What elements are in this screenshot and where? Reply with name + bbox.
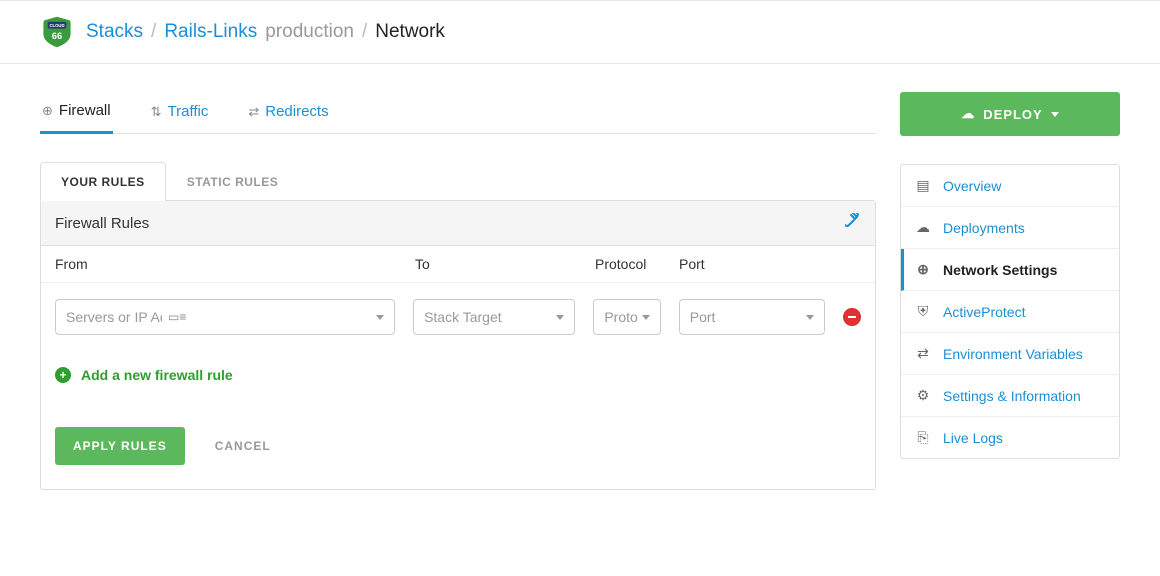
remove-rule-button[interactable]: [843, 308, 861, 326]
chevron-down-icon: [642, 315, 650, 320]
overview-icon: ▤: [915, 177, 931, 194]
sidebar-item-envvars[interactable]: ⇄ Environment Variables: [901, 333, 1119, 375]
tab-firewall[interactable]: ⊕ Firewall: [40, 92, 113, 134]
rule-row: Servers or IP Addresses ▭≡ Stack Target …: [41, 283, 875, 351]
chevron-down-icon: [1051, 112, 1059, 117]
sidebar-item-deployments[interactable]: ☁ Deployments: [901, 207, 1119, 249]
sidebar-item-label: Overview: [943, 178, 1001, 194]
from-placeholder: Servers or IP Addresses: [66, 309, 162, 325]
breadcrumb-stack-link[interactable]: Rails-Links: [164, 21, 257, 43]
from-select[interactable]: Servers or IP Addresses ▭≡: [55, 299, 395, 335]
chevron-down-icon: [556, 315, 564, 320]
sidebar-item-overview[interactable]: ▤ Overview: [901, 165, 1119, 207]
firewall-icon: ⊕: [42, 103, 53, 119]
sidebar-item-settings[interactable]: ⚙ Settings & Information: [901, 375, 1119, 417]
subtab-static-rules[interactable]: STATIC RULES: [166, 162, 300, 201]
primary-tabs: ⊕ Firewall ⇅ Traffic ⇄ Redirects: [40, 92, 876, 134]
sidebar-item-label: Deployments: [943, 220, 1025, 236]
chevron-down-icon: [806, 315, 814, 320]
add-rule-button[interactable]: + Add a new firewall rule: [41, 351, 875, 403]
to-select[interactable]: Stack Target: [413, 299, 575, 335]
tab-redirects-label: Redirects: [265, 103, 328, 120]
panel-title: Firewall Rules: [55, 215, 149, 232]
port-select[interactable]: Port: [679, 299, 825, 335]
deploy-label: DEPLOY: [983, 107, 1042, 122]
apply-rules-button[interactable]: APPLY RULES: [55, 427, 185, 465]
subtab-your-rules[interactable]: YOUR RULES: [40, 162, 166, 201]
tab-redirects[interactable]: ⇄ Redirects: [246, 92, 330, 133]
col-from-label: From: [55, 256, 415, 272]
breadcrumb-current: Network: [375, 21, 445, 43]
proto-placeholder: Proto: [604, 309, 637, 325]
gear-icon: ⚙: [915, 387, 931, 404]
sidebar-item-label: Settings & Information: [943, 388, 1081, 404]
port-placeholder: Port: [690, 309, 716, 325]
sidebar-item-logs[interactable]: ⎘ Live Logs: [901, 417, 1119, 458]
breadcrumb-stacks-link[interactable]: Stacks: [86, 21, 143, 43]
deployments-icon: ☁: [915, 219, 931, 236]
sidebar-item-label: Network Settings: [943, 262, 1057, 278]
col-port-label: Port: [679, 256, 829, 272]
address-icon: ▭≡: [168, 310, 186, 324]
minus-icon: [848, 316, 856, 318]
svg-text:CLOUD: CLOUD: [49, 23, 64, 28]
sidebar-item-activeprotect[interactable]: ⛨ ActiveProtect: [901, 291, 1119, 333]
tab-traffic[interactable]: ⇅ Traffic: [149, 92, 211, 133]
firewall-rules-panel: Firewall Rules From To Protocol Port Ser…: [40, 200, 876, 490]
shield-icon: ⛨: [915, 303, 931, 320]
logo-shield-icon: CLOUD 66: [40, 15, 74, 49]
plug-icon[interactable]: [845, 213, 861, 233]
chevron-down-icon: [376, 315, 384, 320]
sidebar-item-network[interactable]: ⊕ Network Settings: [901, 249, 1119, 291]
logs-icon: ⎘: [915, 429, 931, 446]
cancel-button[interactable]: CANCEL: [215, 439, 271, 453]
add-rule-label: Add a new firewall rule: [81, 367, 233, 383]
to-placeholder: Stack Target: [424, 309, 502, 325]
col-to-label: To: [415, 256, 595, 272]
sub-tabs: YOUR RULES STATIC RULES: [40, 162, 876, 201]
sidebar-item-label: Live Logs: [943, 430, 1003, 446]
redirects-icon: ⇄: [248, 104, 259, 120]
svg-text:66: 66: [52, 31, 62, 41]
breadcrumb: Stacks / Rails-Links production / Networ…: [86, 21, 445, 43]
sidebar-item-label: ActiveProtect: [943, 304, 1025, 320]
columns-header: From To Protocol Port: [41, 246, 875, 283]
traffic-icon: ⇅: [151, 104, 162, 120]
col-protocol-label: Protocol: [595, 256, 679, 272]
tab-firewall-label: Firewall: [59, 102, 111, 119]
protocol-select[interactable]: Proto: [593, 299, 660, 335]
sidebar-item-label: Environment Variables: [943, 346, 1083, 362]
deploy-button[interactable]: ☁ DEPLOY: [900, 92, 1120, 136]
breadcrumb-env: production: [265, 21, 354, 43]
tab-traffic-label: Traffic: [168, 103, 209, 120]
plus-icon: +: [55, 367, 71, 383]
cloud-icon: ☁: [961, 106, 975, 122]
side-nav: ▤ Overview ☁ Deployments ⊕ Network Setti…: [900, 164, 1120, 459]
network-icon: ⊕: [915, 261, 931, 278]
envvars-icon: ⇄: [915, 345, 931, 362]
